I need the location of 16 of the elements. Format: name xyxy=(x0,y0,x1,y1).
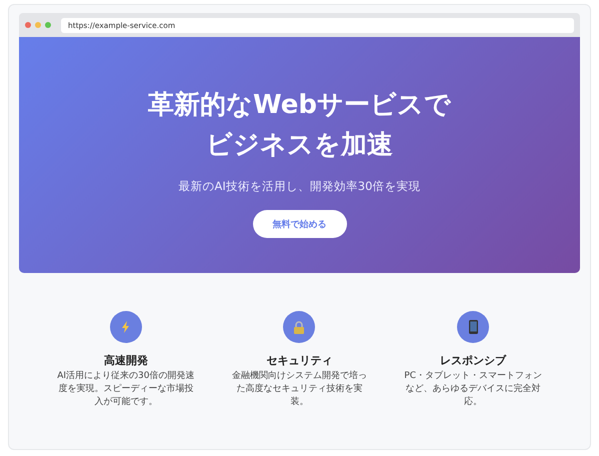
hero-subtitle: 最新のAI技術を活用し、開発効率30倍を実現 xyxy=(178,179,420,194)
close-dot[interactable] xyxy=(25,22,31,28)
feature-description: AI活用により従来の30倍の開発速度を実現。スピーディーな市場投入が可能です。 xyxy=(56,370,195,409)
feature-title: 高速開発 xyxy=(104,353,148,368)
feature-description: 金融機関向けシステム開発で培った高度なセキュリティ技術を実装。 xyxy=(230,370,368,409)
hero-title-line: ビジネスを加速 xyxy=(206,129,393,162)
hero-title-line: 革新的なWebサービスで xyxy=(148,89,451,122)
phone-icon xyxy=(468,320,478,334)
padlock-icon xyxy=(293,320,306,334)
maximize-dot[interactable] xyxy=(45,22,51,28)
feature-description: PC・タブレット・スマートフォンなど、あらゆるデバイスに完全対応。 xyxy=(404,370,542,409)
start-button[interactable]: 無料で始める xyxy=(252,210,346,238)
lightning-icon xyxy=(120,321,131,333)
feature-title: レスポンシブ xyxy=(440,353,506,368)
minimize-dot[interactable] xyxy=(35,22,41,28)
feature-title: セキュリティ xyxy=(266,353,332,368)
